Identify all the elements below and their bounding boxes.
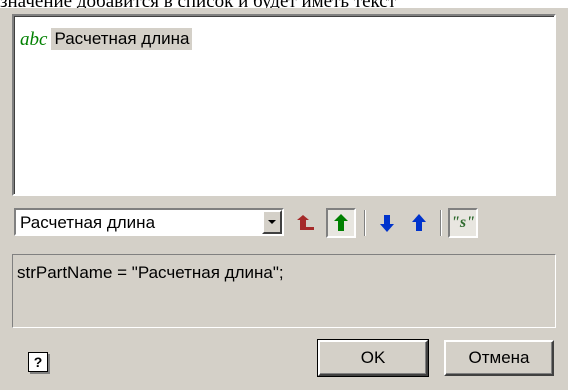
code-preview-text: strPartName = "Расчетная длина"; bbox=[17, 263, 284, 282]
move-down-red-button[interactable] bbox=[290, 208, 320, 238]
abc-icon: abc bbox=[20, 28, 48, 50]
toolbar-separator bbox=[364, 210, 366, 236]
arrow-up-blue-icon bbox=[412, 214, 426, 231]
arrow-up-green-icon bbox=[334, 214, 348, 231]
values-listbox[interactable]: abc Расчетная длина bbox=[12, 14, 556, 196]
list-item[interactable]: abc Расчетная длина bbox=[20, 28, 193, 50]
code-preview: strPartName = "Расчетная длина"; bbox=[12, 254, 556, 328]
dialog-window: abc Расчетная длина Расчетная длина "s" … bbox=[0, 8, 568, 390]
value-combobox[interactable]: Расчетная длина bbox=[14, 208, 284, 236]
move-up-blue-button[interactable] bbox=[404, 208, 434, 238]
cancel-button[interactable]: Отмена bbox=[444, 340, 554, 376]
help-icon[interactable]: ? bbox=[28, 352, 48, 372]
move-up-green-button[interactable] bbox=[326, 208, 356, 238]
arrow-down-blue-icon bbox=[380, 215, 394, 232]
toolbar-separator bbox=[440, 210, 442, 236]
list-item-label: Расчетная длина bbox=[51, 28, 193, 50]
move-down-blue-button[interactable] bbox=[372, 208, 402, 238]
combobox-dropdown-button[interactable] bbox=[262, 210, 282, 234]
chevron-down-icon bbox=[268, 220, 276, 224]
string-mode-button[interactable]: "s" bbox=[448, 208, 478, 238]
ok-button[interactable]: OK bbox=[317, 339, 429, 377]
arrow-down-red-icon bbox=[297, 215, 314, 230]
combobox-value: Расчетная длина bbox=[20, 213, 156, 232]
string-s-icon: "s" bbox=[451, 214, 475, 231]
